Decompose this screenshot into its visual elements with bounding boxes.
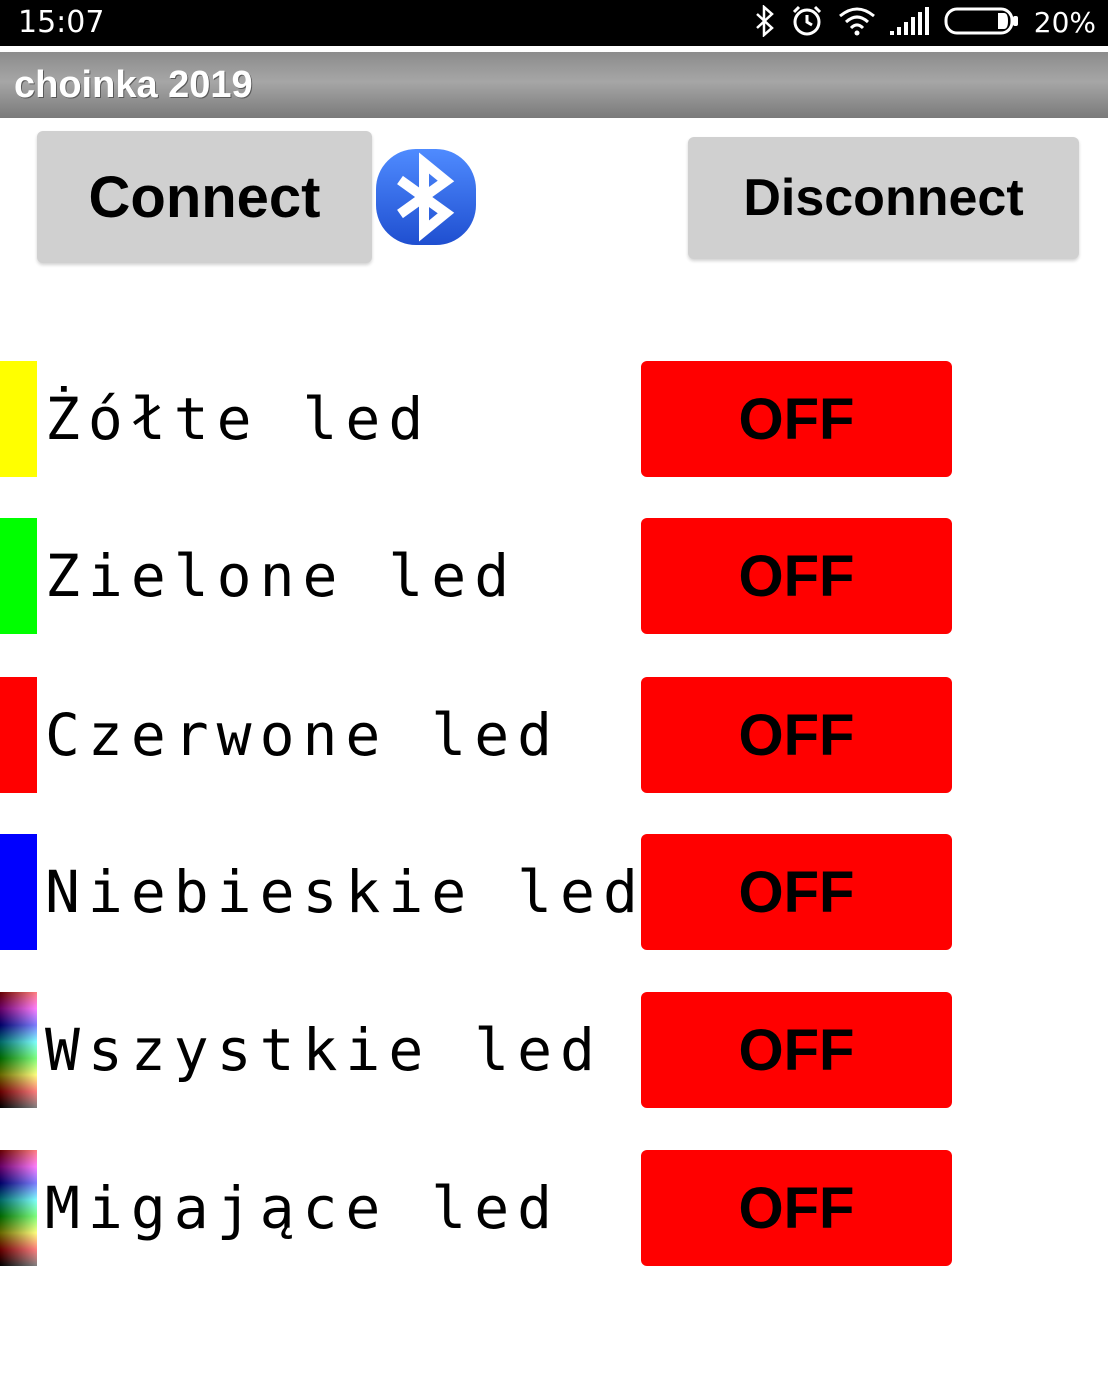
all-led-toggle-button[interactable]: OFF [641,992,952,1108]
status-bar: 15:07 20% [0,0,1108,46]
signal-icon [889,6,930,40]
green-led-toggle-button[interactable]: OFF [641,518,952,634]
led-label: Wszystkie led [45,1016,603,1084]
status-time: 15:07 [18,5,105,40]
bluetooth-status-icon [754,3,776,42]
led-label: Zielone led [45,542,518,610]
app-title-bar: choinka 2019 [0,52,1108,118]
led-row-all: Wszystkie led OFF [0,992,1108,1108]
yellow-swatch [0,361,37,477]
bluetooth-icon [374,147,478,247]
connect-button[interactable]: Connect [37,131,372,263]
red-led-toggle-button[interactable]: OFF [641,677,952,793]
led-row-blue: Niebieskie led OFF [0,834,1108,950]
red-swatch [0,677,37,793]
led-label: Żółte led [45,385,432,453]
status-icons: 20% [754,3,1096,43]
led-label: Czerwone led [45,701,561,769]
yellow-led-toggle-button[interactable]: OFF [641,361,952,477]
led-label: Migające led [45,1174,561,1242]
led-row-blinking: Migające led OFF [0,1150,1108,1266]
led-row-red: Czerwone led OFF [0,677,1108,793]
green-swatch [0,518,37,634]
wifi-icon [838,6,876,41]
blue-led-toggle-button[interactable]: OFF [641,834,952,950]
battery-percent: 20% [1033,6,1096,39]
disconnect-button[interactable]: Disconnect [688,137,1079,259]
alarm-icon [790,4,824,43]
led-row-yellow: Żółte led OFF [0,361,1108,477]
multicolor-swatch [0,1150,37,1266]
app-title: choinka 2019 [14,64,253,106]
battery-icon [944,6,1020,41]
multicolor-swatch [0,992,37,1108]
blue-swatch [0,834,37,950]
led-row-green: Zielone led OFF [0,518,1108,634]
led-label: Niebieskie led [45,858,646,926]
blinking-led-toggle-button[interactable]: OFF [641,1150,952,1266]
